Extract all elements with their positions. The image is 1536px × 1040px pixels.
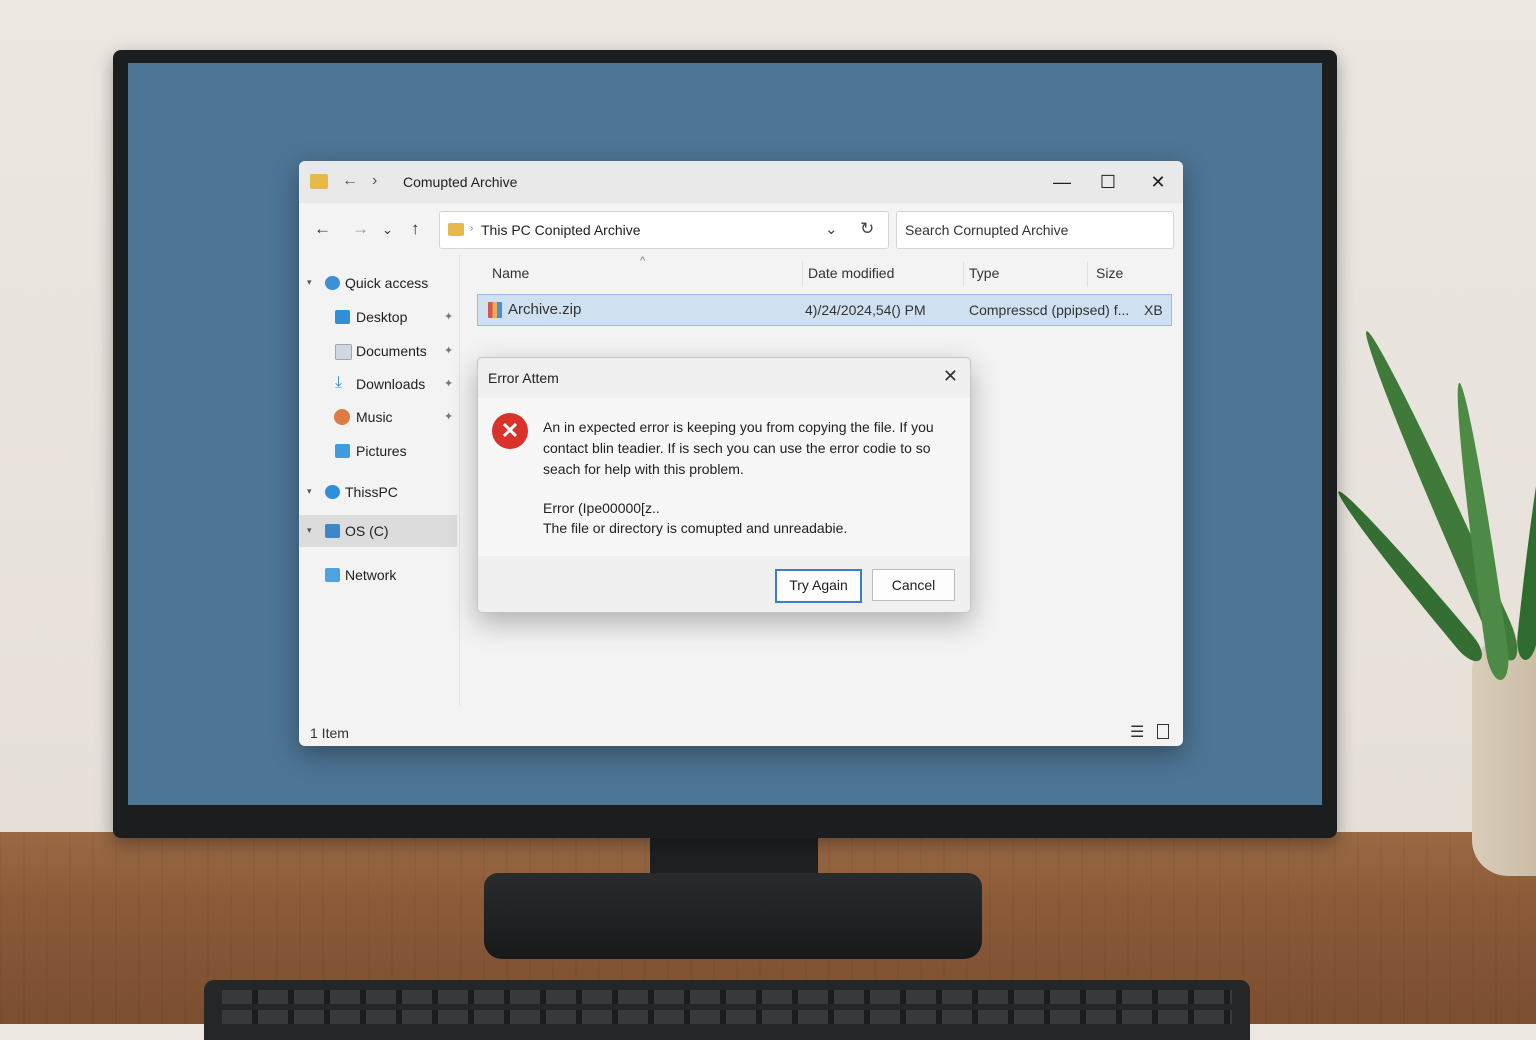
column-separator[interactable] xyxy=(1087,261,1088,287)
network-icon xyxy=(325,568,340,582)
dialog-close-button[interactable]: ✕ xyxy=(943,366,958,387)
search-placeholder: Search Cornupted Archive xyxy=(905,222,1069,238)
column-header-name[interactable]: Name xyxy=(492,265,529,281)
drive-icon xyxy=(325,524,340,538)
desktop-icon xyxy=(335,310,350,324)
details-view-icon[interactable]: ☰ xyxy=(1130,722,1144,742)
sidebar-item-music[interactable]: Music ✦ xyxy=(299,401,457,433)
navigation-pane: ▾ Quick access Desktop ✦ Documents ✦ ⤓ D… xyxy=(299,255,460,705)
file-name: Archive.zip xyxy=(508,301,582,318)
close-button[interactable]: ✕ xyxy=(1136,167,1180,197)
sidebar-item-downloads[interactable]: ⤓ Downloads ✦ xyxy=(299,368,457,400)
column-header-date[interactable]: Date modified xyxy=(808,265,894,281)
forward-arrow-icon[interactable]: › xyxy=(372,172,377,190)
column-separator[interactable] xyxy=(802,261,803,287)
title-bar[interactable]: ← › Comupted Archive — ☐ ✕ xyxy=(299,161,1183,203)
keyboard xyxy=(204,980,1250,1040)
column-header-size[interactable]: Size xyxy=(1096,265,1123,281)
pin-icon[interactable]: ✦ xyxy=(444,410,453,423)
address-path: This PC Conipted Archive xyxy=(481,222,641,238)
back-button[interactable]: ← xyxy=(314,219,331,239)
sidebar-item-quick-access[interactable]: ▾ Quick access xyxy=(299,267,457,299)
pictures-icon xyxy=(335,444,350,458)
expand-arrow-icon[interactable]: ▾ xyxy=(307,486,312,497)
address-dropdown-icon[interactable]: ⌄ xyxy=(825,220,838,238)
pin-icon[interactable]: ✦ xyxy=(444,310,453,323)
error-message: An in expected error is keeping you from… xyxy=(543,419,934,477)
expand-arrow-icon[interactable]: ▾ xyxy=(307,525,312,536)
maximize-button[interactable]: ☐ xyxy=(1086,167,1130,197)
navigation-toolbar: ← → ⌄ ↑ › This PC Conipted Archive ⌄ ↻ S… xyxy=(299,203,1183,255)
pin-icon[interactable]: ✦ xyxy=(444,377,453,390)
expand-arrow-icon[interactable]: ▾ xyxy=(307,277,312,288)
sidebar-item-documents[interactable]: Documents ✦ xyxy=(299,335,457,367)
status-bar: 1 Item ☰ xyxy=(299,717,1183,746)
sidebar-item-label: Pictures xyxy=(356,443,407,459)
plant-leaf xyxy=(1515,420,1536,662)
this-pc-icon xyxy=(325,485,340,499)
file-size: XB xyxy=(1144,302,1163,318)
pin-icon[interactable]: ✦ xyxy=(444,344,453,357)
column-separator[interactable] xyxy=(963,261,964,287)
file-type: Compresscd (ppipsed) f... xyxy=(969,302,1130,318)
error-x-icon: ✕ xyxy=(492,413,528,449)
sidebar-item-label: Documents xyxy=(356,343,427,359)
sidebar-item-label: Downloads xyxy=(356,376,426,392)
file-date: 4)/24/2024,54() PM xyxy=(805,302,926,318)
dialog-title: Error Attem xyxy=(488,370,559,386)
error-code: Error (Ipe00000[z.. xyxy=(543,500,660,516)
tiles-view-icon[interactable] xyxy=(1157,724,1169,739)
monitor-stand-base xyxy=(484,873,982,959)
minimize-button[interactable]: — xyxy=(1040,167,1084,197)
file-row-selected[interactable]: Archive.zip 4)/24/2024,54() PM Compressc… xyxy=(477,294,1172,326)
download-icon: ⤓ xyxy=(335,374,343,391)
up-button[interactable]: ↑ xyxy=(411,219,420,239)
documents-icon xyxy=(335,344,352,360)
dialog-body: ✕ An in expected error is keeping you fr… xyxy=(478,398,970,556)
cancel-button[interactable]: Cancel xyxy=(872,569,955,601)
back-arrow-icon[interactable]: ← xyxy=(342,172,358,190)
sidebar-item-label: OS (C) xyxy=(345,523,389,539)
sidebar-item-pictures[interactable]: Pictures xyxy=(299,435,457,467)
folder-icon xyxy=(448,223,464,236)
address-bar[interactable]: › This PC Conipted Archive ⌄ ↻ xyxy=(439,211,889,249)
sidebar-item-label: ThissPC xyxy=(345,484,398,500)
column-header-type[interactable]: Type xyxy=(969,265,999,281)
error-dialog: Error Attem ✕ ✕ An in expected error is … xyxy=(477,357,971,613)
item-count: 1 Item xyxy=(310,725,349,741)
sidebar-item-label: Music xyxy=(356,409,393,425)
refresh-icon[interactable]: ↻ xyxy=(860,219,874,239)
sidebar-item-network[interactable]: Network xyxy=(299,559,457,591)
folder-icon xyxy=(310,174,328,189)
try-again-button[interactable]: Try Again xyxy=(775,569,862,603)
window-title: Comupted Archive xyxy=(403,174,518,190)
zip-archive-icon xyxy=(488,302,502,318)
keyboard-keys xyxy=(222,1010,1232,1024)
sort-chevron-icon: ^ xyxy=(640,255,646,267)
star-icon xyxy=(325,276,340,290)
recent-dropdown-icon[interactable]: ⌄ xyxy=(382,222,393,238)
sidebar-item-os-c[interactable]: ▾ OS (C) xyxy=(299,515,457,547)
music-icon xyxy=(334,409,350,425)
forward-button[interactable]: → xyxy=(352,219,369,239)
error-details: Error (Ipe00000[z.. The file or director… xyxy=(543,498,847,538)
sidebar-item-label: Network xyxy=(345,567,397,583)
keyboard-keys xyxy=(222,990,1232,1004)
address-chevron-icon: › xyxy=(470,223,474,234)
sidebar-item-desktop[interactable]: Desktop ✦ xyxy=(299,301,457,333)
search-input[interactable]: Search Cornupted Archive xyxy=(896,211,1174,249)
error-detail: The file or directory is comupted and un… xyxy=(543,520,848,536)
sidebar-item-this-pc[interactable]: ▾ ThissPC xyxy=(299,476,457,508)
sidebar-item-label: Quick access xyxy=(345,275,429,291)
sidebar-item-label: Desktop xyxy=(356,309,408,325)
